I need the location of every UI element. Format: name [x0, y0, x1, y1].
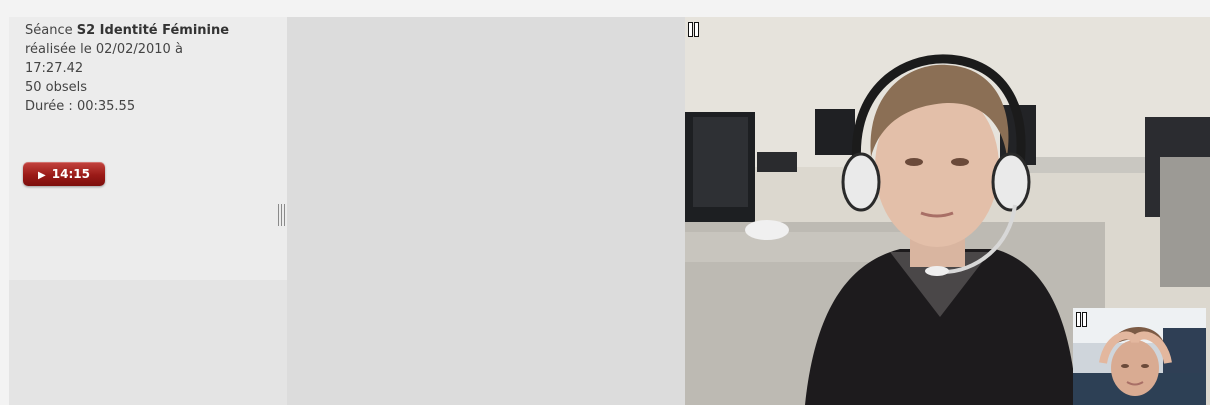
pip-video[interactable]: [1073, 308, 1206, 405]
info-panel-lower: [9, 280, 287, 405]
session-info-panel: Séance S2 Identité Féminine réalisée le …: [9, 17, 287, 280]
session-date: réalisée le 02/02/2010 à: [25, 42, 183, 57]
session-duration: Durée : 00:35.55: [25, 99, 136, 114]
timeline-panel: [287, 17, 685, 405]
panel-resize-handle[interactable]: [278, 204, 285, 226]
session-name: S2 Identité Féminine: [76, 23, 230, 38]
play-timestamp-button[interactable]: ▶ 14:15: [23, 162, 105, 186]
session-title: Séance S2 Identité Féminine: [25, 21, 287, 40]
session-obsel-count: 50 obsels: [25, 80, 88, 95]
play-timestamp-label: 14:15: [51, 167, 90, 181]
session-title-prefix: Séance: [25, 23, 73, 38]
top-strip: [0, 0, 1210, 17]
session-time: 17:27.42: [25, 61, 84, 76]
pip-video-pause-icon[interactable]: [1076, 312, 1087, 327]
pip-video-frame: [1073, 308, 1206, 405]
main-video-pause-icon[interactable]: [688, 22, 699, 37]
play-icon: ▶: [38, 170, 46, 181]
